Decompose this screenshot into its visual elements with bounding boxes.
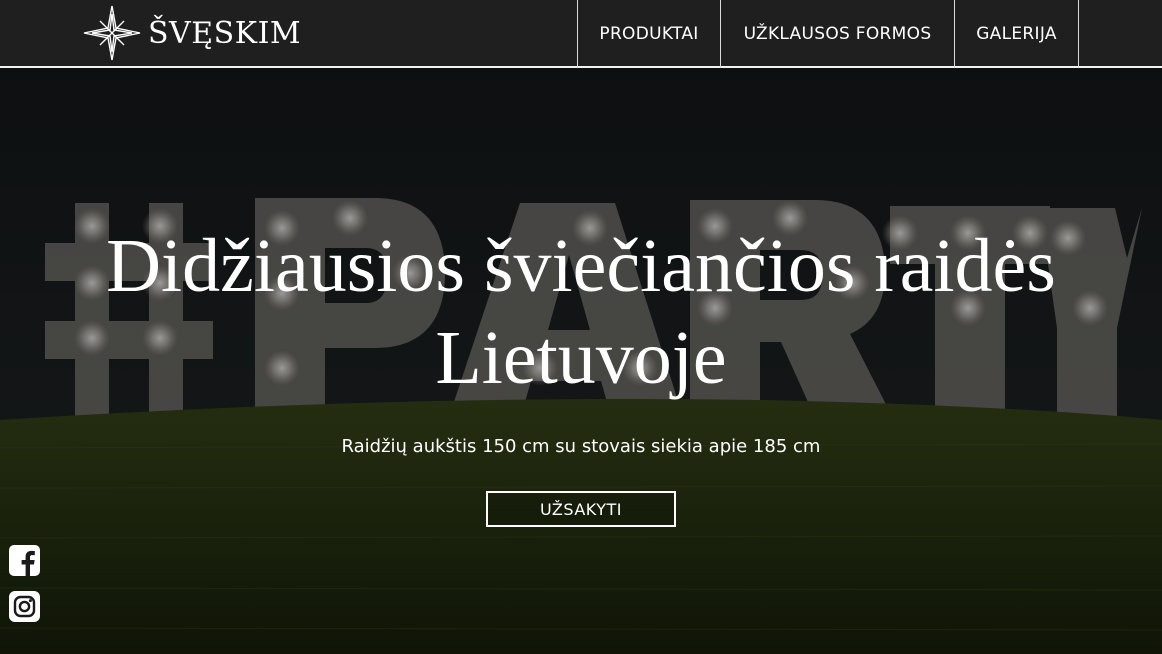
order-button[interactable]: UŽSAKYTI [486,491,676,527]
hero-title-line-2: Lietuvoje [435,316,727,400]
instagram-link[interactable] [9,591,40,622]
page: ŠVĘSKIM PRODUKTAI UŽKLAUSOS FORMOS GALER… [0,0,1162,654]
instagram-icon [9,591,40,622]
hero-title-line-1: Didžiausios šviečiančios raidės [106,224,1056,308]
nav-item-produktai[interactable]: PRODUKTAI [577,0,720,68]
main-nav: PRODUKTAI UŽKLAUSOS FORMOS GALERIJA [577,0,1079,68]
facebook-link[interactable] [9,545,40,576]
nav-item-galerija[interactable]: GALERIJA [954,0,1079,68]
hero-section: Didžiausios šviečiančios raidės Lietuvoj… [0,68,1162,654]
hero-title: Didžiausios šviečiančios raidės Lietuvoj… [0,220,1162,404]
star-logo-icon [83,5,141,61]
site-logo[interactable]: ŠVĘSKIM [82,4,301,62]
hero-subtitle: Raidžių aukštis 150 cm su stovais siekia… [341,436,821,457]
site-header: ŠVĘSKIM PRODUKTAI UŽKLAUSOS FORMOS GALER… [0,0,1162,68]
nav-item-uzklausos-formos[interactable]: UŽKLAUSOS FORMOS [720,0,954,68]
facebook-icon [9,545,40,576]
logo-text: ŠVĘSKIM [148,16,302,51]
